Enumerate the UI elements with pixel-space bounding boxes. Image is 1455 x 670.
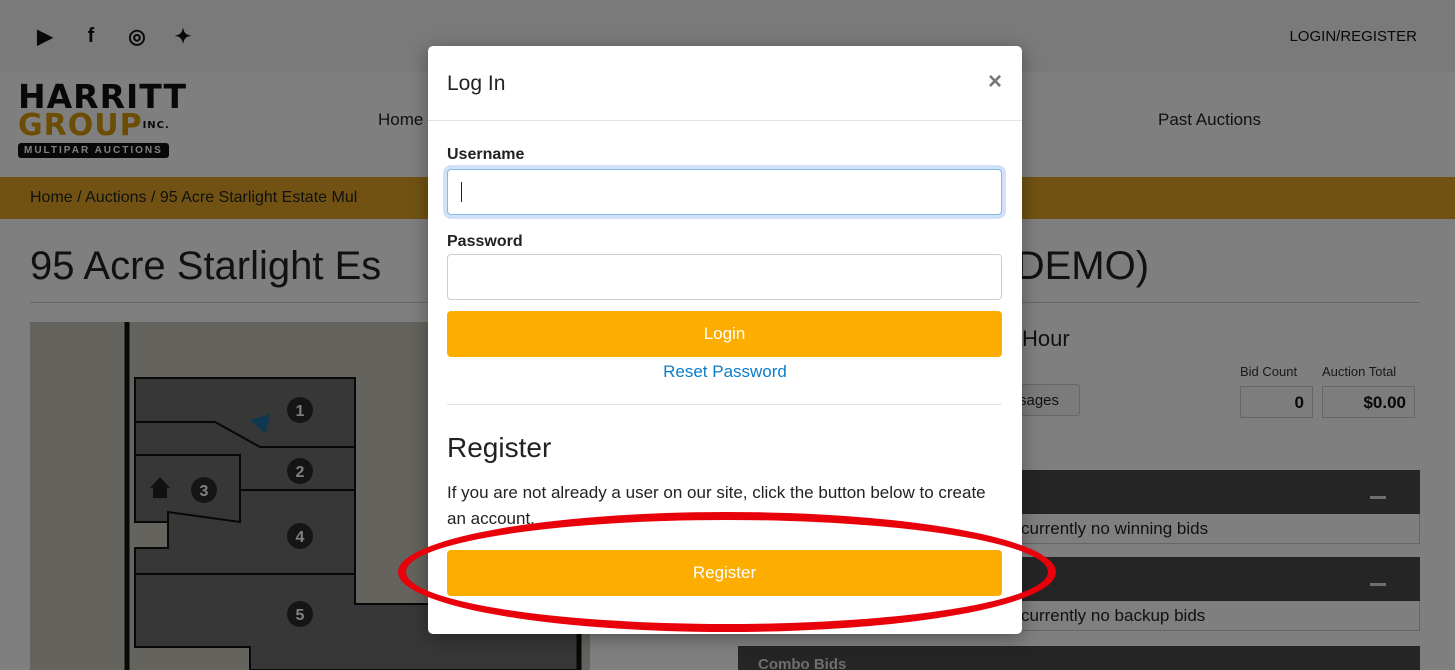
- modal-divider: [428, 120, 1022, 121]
- modal-divider-2: [447, 404, 1002, 405]
- login-button[interactable]: Login: [447, 311, 1002, 357]
- username-label: Username: [447, 146, 525, 163]
- highlight-ellipse: [398, 512, 1056, 632]
- username-field[interactable]: [447, 169, 1002, 215]
- text-caret: [461, 182, 462, 202]
- close-icon[interactable]: ×: [988, 68, 1002, 96]
- password-label: Password: [447, 233, 523, 250]
- register-heading: Register: [447, 432, 552, 463]
- modal-title: Log In: [447, 72, 506, 95]
- reset-password-link[interactable]: Reset Password: [428, 362, 1022, 382]
- password-field[interactable]: [447, 254, 1002, 300]
